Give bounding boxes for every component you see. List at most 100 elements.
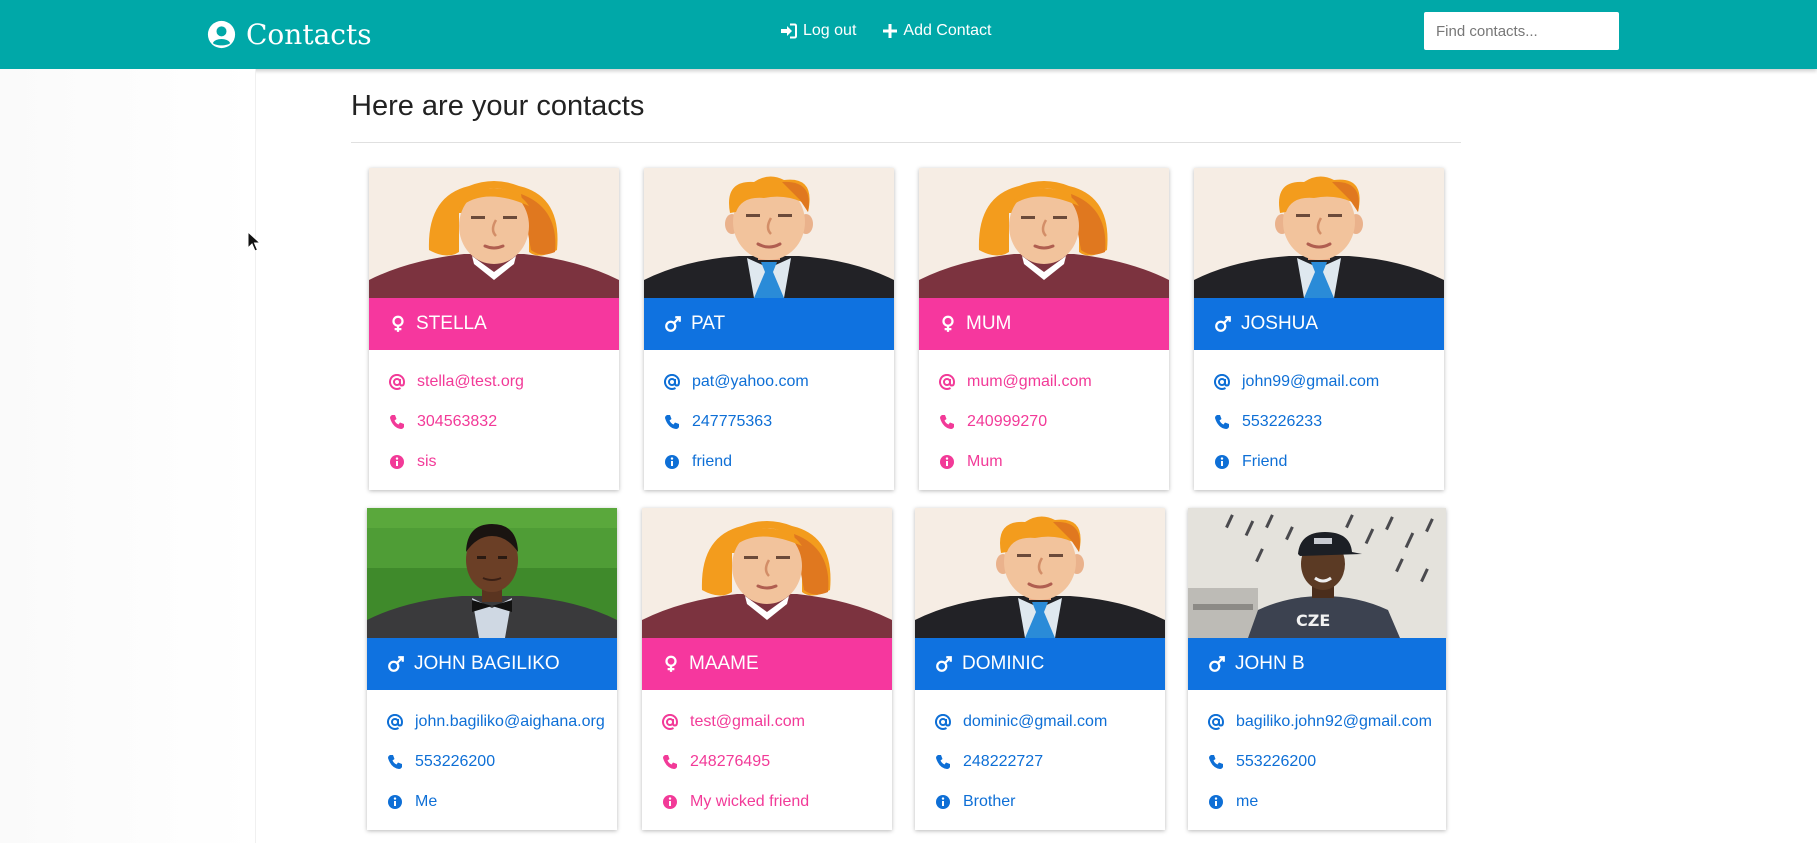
logout-link[interactable]: Log out: [780, 22, 856, 40]
contact-phone[interactable]: 247775363: [664, 402, 809, 442]
phone-text: 248276495: [690, 753, 771, 770]
email-text: mum@gmail.com: [967, 373, 1092, 390]
at-icon: [939, 374, 955, 390]
contact-type: me: [1208, 782, 1432, 822]
contact-email[interactable]: mum@gmail.com: [939, 362, 1092, 402]
contact-email[interactable]: pat@yahoo.com: [664, 362, 809, 402]
info-icon: [664, 454, 680, 470]
contact-name-bar: PAT: [644, 298, 894, 350]
contact-name: DOMINIC: [962, 653, 1045, 674]
contact-type: Friend: [1214, 442, 1379, 482]
contact-info: john.bagiliko@aighana.org 553226200 Me: [387, 702, 605, 822]
contact-type: sis: [389, 442, 524, 482]
at-icon: [389, 374, 405, 390]
email-text: test@gmail.com: [690, 713, 805, 730]
type-text: friend: [692, 453, 733, 470]
phone-icon: [662, 754, 678, 770]
plus-icon: [883, 24, 898, 38]
avatar: [919, 168, 1169, 298]
mouse-cursor-icon: [247, 231, 261, 252]
photo-man-bowtie-icon: [367, 508, 617, 638]
avatar: [1188, 508, 1446, 638]
contact-phone[interactable]: 553226200: [387, 742, 605, 782]
contact-card-john-b[interactable]: JOHN B bagiliko.john92@gmail.com 5532262…: [1188, 508, 1446, 830]
type-text: Mum: [967, 453, 1003, 470]
avatar: [642, 508, 892, 638]
search-input[interactable]: [1424, 12, 1619, 50]
at-icon: [935, 714, 951, 730]
info-icon: [939, 454, 955, 470]
contact-type: Brother: [935, 782, 1107, 822]
divider: [351, 142, 1461, 143]
type-text: Me: [415, 793, 438, 810]
contact-info: pat@yahoo.com 247775363 friend: [664, 362, 809, 482]
contact-name: STELLA: [416, 313, 487, 334]
type-text: sis: [417, 453, 437, 470]
at-icon: [1208, 714, 1224, 730]
contact-card-john-bagiliko[interactable]: JOHN BAGILIKO john.bagiliko@aighana.org …: [367, 508, 617, 830]
contact-email[interactable]: dominic@gmail.com: [935, 702, 1107, 742]
contact-info: bagiliko.john92@gmail.com 553226200 me: [1208, 702, 1432, 822]
contact-phone[interactable]: 553226200: [1208, 742, 1432, 782]
add-contact-label: Add Contact: [903, 22, 992, 39]
phone-icon: [935, 754, 951, 770]
info-icon: [662, 794, 678, 810]
male-sign-icon: [1208, 655, 1226, 673]
page-title: Here are your contacts: [351, 90, 645, 122]
type-text: Brother: [963, 793, 1016, 810]
phone-icon: [1214, 414, 1230, 430]
at-icon: [1214, 374, 1230, 390]
contact-info: john99@gmail.com 553226233 Friend: [1214, 362, 1379, 482]
contact-email[interactable]: john.bagiliko@aighana.org: [387, 702, 605, 742]
phone-icon: [664, 414, 680, 430]
contact-email[interactable]: stella@test.org: [389, 362, 524, 402]
contact-card-mum[interactable]: MUM mum@gmail.com 240999270 Mum: [919, 168, 1169, 490]
phone-icon: [1208, 754, 1224, 770]
contact-type: My wicked friend: [662, 782, 809, 822]
brand[interactable]: Contacts: [207, 14, 372, 54]
contact-info: dominic@gmail.com 248222727 Brother: [935, 702, 1107, 822]
phone-text: 553226200: [1236, 753, 1317, 770]
contact-card-joshua[interactable]: JOSHUA john99@gmail.com 553226233 Friend: [1194, 168, 1444, 490]
contact-email[interactable]: bagiliko.john92@gmail.com: [1208, 702, 1432, 742]
type-text: My wicked friend: [690, 793, 810, 810]
contact-name: PAT: [691, 313, 726, 334]
contact-type: Mum: [939, 442, 1092, 482]
contact-email[interactable]: john99@gmail.com: [1214, 362, 1379, 402]
contact-name: JOSHUA: [1241, 313, 1319, 334]
contact-phone[interactable]: 240999270: [939, 402, 1092, 442]
contact-email[interactable]: test@gmail.com: [662, 702, 809, 742]
contact-phone[interactable]: 304563832: [389, 402, 524, 442]
male-sign-icon: [387, 655, 405, 673]
male-avatar-icon: [644, 168, 894, 298]
contact-card-dominic[interactable]: DOMINIC dominic@gmail.com 248222727 Brot…: [915, 508, 1165, 830]
contact-phone[interactable]: 248222727: [935, 742, 1107, 782]
phone-icon: [389, 414, 405, 430]
logout-label: Log out: [803, 22, 857, 39]
user-circle-icon: [207, 20, 236, 48]
contact-phone[interactable]: 248276495: [662, 742, 809, 782]
female-avatar-icon: [642, 508, 892, 638]
add-contact-link[interactable]: Add Contact: [883, 22, 991, 40]
phone-text: 553226200: [415, 753, 496, 770]
contact-phone[interactable]: 553226233: [1214, 402, 1379, 442]
phone-text: 240999270: [967, 413, 1048, 430]
top-navbar: Contacts Log out Add Contact: [0, 0, 1817, 69]
contact-card-stella[interactable]: STELLA stella@test.org 304563832 sis: [369, 168, 619, 490]
info-icon: [389, 454, 405, 470]
avatar: [1194, 168, 1444, 298]
brand-title: Contacts: [246, 17, 372, 51]
contact-name: JOHN BAGILIKO: [414, 653, 560, 674]
contact-card-pat[interactable]: PAT pat@yahoo.com 247775363 friend: [644, 168, 894, 490]
contact-name-bar: MAAME: [642, 638, 892, 690]
contact-card-maame[interactable]: MAAME test@gmail.com 248276495 My wicked…: [642, 508, 892, 830]
female-avatar-icon: [919, 168, 1169, 298]
email-text: john99@gmail.com: [1242, 373, 1380, 390]
contact-type: Me: [387, 782, 605, 822]
avatar: [369, 168, 619, 298]
email-text: pat@yahoo.com: [692, 373, 809, 390]
contact-name: JOHN B: [1235, 653, 1305, 674]
phone-text: 553226233: [1242, 413, 1323, 430]
contact-name-bar: DOMINIC: [915, 638, 1165, 690]
contact-name-bar: JOSHUA: [1194, 298, 1444, 350]
